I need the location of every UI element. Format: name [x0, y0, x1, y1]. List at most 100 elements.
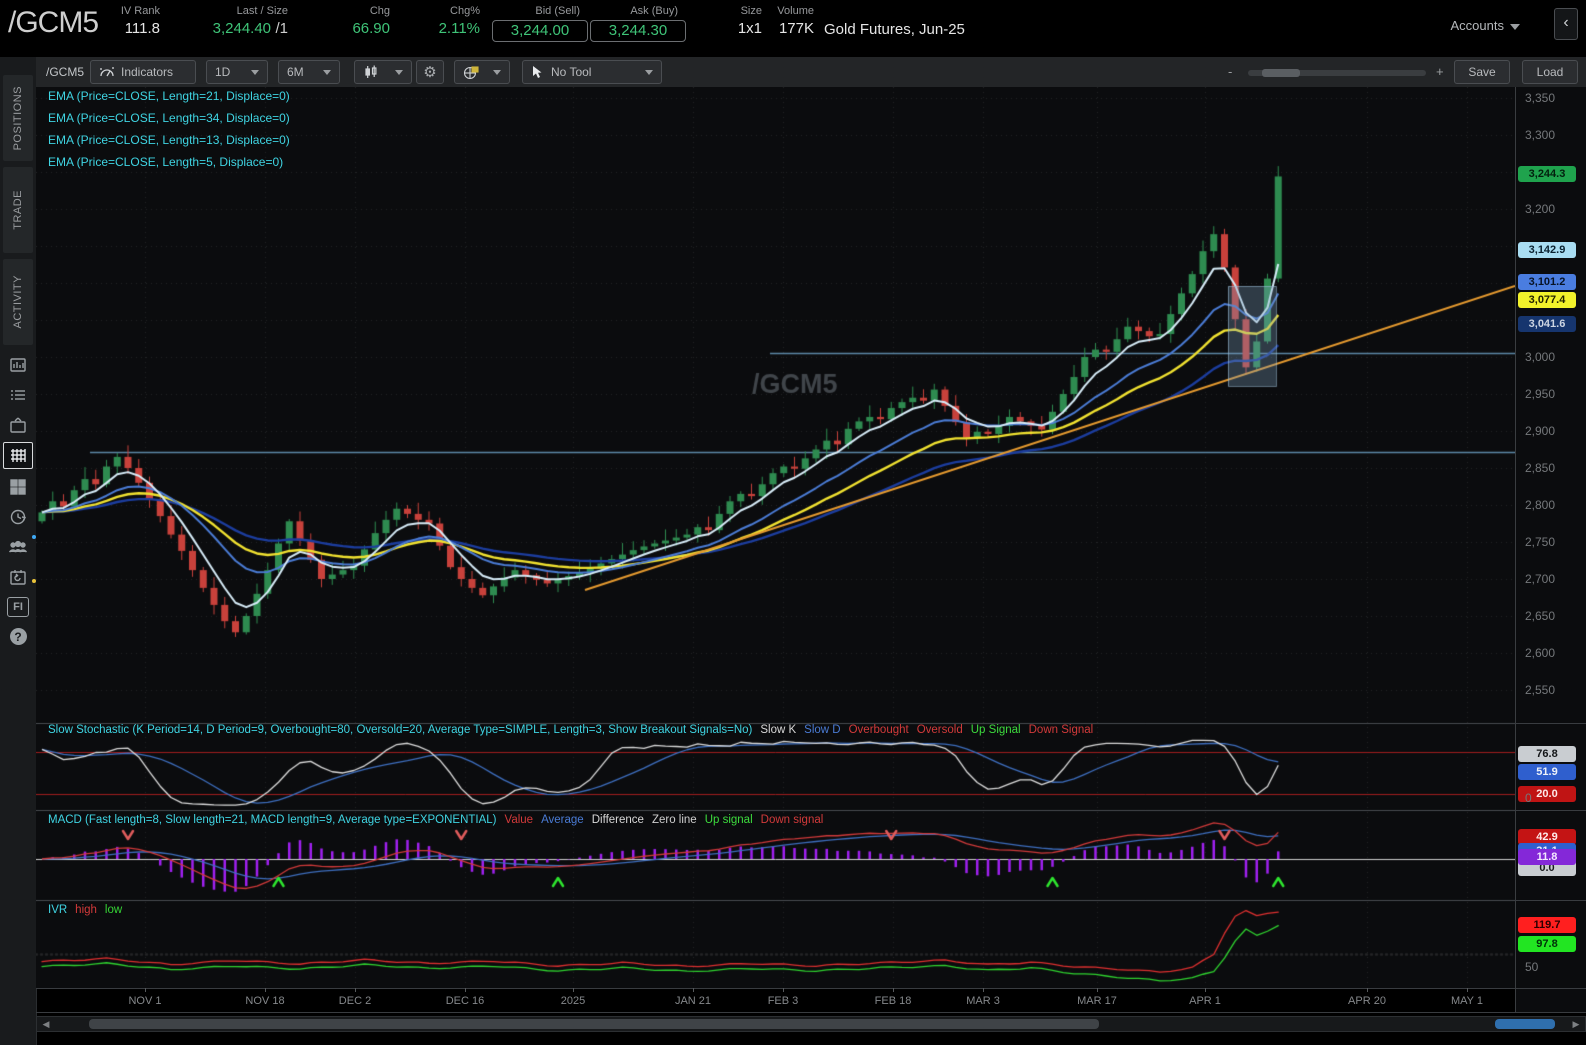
time-axis[interactable]: NOV 1 NOV 18 DEC 2 DEC 16 2025 JAN 21 FE…: [36, 988, 1515, 1013]
price-axis-tick: 2,750: [1525, 535, 1556, 549]
size-label: Size: [740, 5, 762, 17]
calendar-icon[interactable]: [4, 564, 32, 589]
bid-value: 3,244.00: [510, 22, 570, 39]
toolbar-symbol-label: /GCM5: [46, 65, 85, 79]
time-axis-label: DEC 16: [445, 995, 485, 1007]
ivr-pane-label[interactable]: IVR high low: [48, 904, 122, 916]
ema-study-label[interactable]: EMA (Price=CLOSE, Length=21, Displace=0): [48, 89, 290, 103]
stoch-legend: Slow K Slow D Overbought Oversold Up Signal D…: [752, 724, 1093, 736]
scroll-left-arrow[interactable]: ◀: [39, 1019, 53, 1030]
chart-settings-button[interactable]: ⚙: [416, 60, 444, 84]
bid-column: Bid (Sell) 3,244.00: [492, 5, 588, 42]
zoom-slider[interactable]: [1248, 69, 1426, 77]
pane-divider: [36, 723, 1586, 724]
price-chart-canvas[interactable]: [36, 87, 1515, 988]
dashboard-icon[interactable]: [4, 474, 32, 499]
iv-rank-column: IV Rank 111.8: [104, 5, 160, 38]
legend-item: Down Signal: [1028, 724, 1094, 736]
macd-pane-label[interactable]: MACD (Fast length=8, Slow length=21, MAC…: [48, 814, 823, 826]
price-axis[interactable]: 3,350 3,300 3,200 3,000 2,950 2,900 2,850 2,800…: [1515, 87, 1586, 1012]
legend-item: Up Signal: [970, 724, 1021, 736]
price-axis-tick: 2,900: [1525, 424, 1556, 438]
zoom-out-button[interactable]: -: [1228, 64, 1232, 79]
price-axis-tick: 3,200: [1525, 202, 1556, 216]
chevron-down-icon: [493, 69, 501, 75]
last-size-label: Last / Size: [236, 5, 288, 17]
indicators-gauge-icon: [100, 67, 114, 77]
range-dropdown[interactable]: 6M: [278, 60, 340, 84]
sidebar-tab[interactable]: TRADE: [3, 167, 33, 253]
ivr-legend: high low: [67, 904, 122, 916]
legend-item: Slow K: [760, 724, 797, 736]
accounts-dropdown[interactable]: Accounts: [1451, 18, 1520, 33]
sidebar-tabs: POSITIONS TRADE ACTIVITY: [0, 75, 36, 345]
legend-item: Difference: [591, 814, 644, 826]
drawing-tool-icon: [463, 65, 479, 79]
drawing-tools-dropdown[interactable]: [454, 60, 510, 84]
sidebar-tab[interactable]: POSITIONS: [3, 75, 33, 161]
watchlist-icon[interactable]: [4, 382, 32, 407]
ask-button[interactable]: 3,244.30: [590, 20, 686, 42]
scroll-right-arrow[interactable]: ▶: [1569, 1019, 1583, 1030]
collapse-panel-button[interactable]: ‹: [1554, 8, 1578, 40]
zoom-in-button[interactable]: +: [1436, 64, 1444, 79]
quote-chart-icon[interactable]: [4, 352, 32, 377]
sidebar-tab[interactable]: ACTIVITY: [3, 259, 33, 345]
chg-pct-column: Chg% 2.11%: [410, 5, 480, 38]
stoch-pane-label[interactable]: Slow Stochastic (K Period=14, D Period=9…: [48, 724, 1093, 736]
legend-item: Overbought: [848, 724, 909, 736]
zoom-slider-thumb[interactable]: [1262, 69, 1300, 77]
fi-icon[interactable]: FI: [4, 594, 32, 619]
ema-study-label[interactable]: EMA (Price=CLOSE, Length=5, Displace=0): [48, 155, 283, 169]
cursor-arrow-icon: [533, 66, 542, 78]
legend-item: Up signal: [704, 814, 753, 826]
chg-label: Chg: [369, 5, 390, 17]
scroll-live-segment[interactable]: [1495, 1019, 1555, 1029]
price-axis-tick: 2,850: [1525, 461, 1556, 475]
iv-rank-value: 111.8: [124, 20, 160, 37]
chart-toolbar: /GCM5 Indicators 1D 6M ⚙ No Tool - + Sav…: [36, 57, 1586, 88]
community-icon[interactable]: [4, 534, 32, 559]
indicators-button[interactable]: Indicators: [90, 60, 196, 84]
legend-item: Oversold: [916, 724, 963, 736]
price-bubble: 3,142.9: [1518, 242, 1576, 258]
instrument-description: Gold Futures, Jun-25: [824, 21, 965, 38]
last-value: 3,244.40: [212, 20, 272, 37]
ask-column: Ask (Buy) 3,244.30: [590, 5, 686, 42]
ema-study-label[interactable]: EMA (Price=CLOSE, Length=34, Displace=0): [48, 111, 290, 125]
history-icon[interactable]: [4, 504, 32, 529]
active-tool-dropdown[interactable]: No Tool: [522, 60, 662, 84]
chg-column: Chg 66.90: [320, 5, 390, 38]
chart-region: EMA (Price=CLOSE, Length=21, Displace=0)…: [36, 87, 1515, 988]
macd-legend: Value Average Difference Zero line Up signal…: [497, 814, 824, 826]
bid-button[interactable]: 3,244.00: [492, 20, 588, 42]
price-axis-tick: 3,350: [1525, 91, 1556, 105]
volume-column: Volume 177K: [766, 5, 814, 38]
size-column: Size 1x1: [722, 5, 762, 38]
price-axis-tick: 2,600: [1525, 646, 1556, 660]
iv-rank-label: IV Rank: [120, 5, 160, 17]
sidebar-gadget-icons: FI ?: [0, 352, 36, 654]
chart-type-dropdown[interactable]: [354, 60, 412, 84]
load-button[interactable]: Load: [1522, 60, 1578, 84]
stoch-zero-tick: 0: [1525, 791, 1532, 805]
chart-hscrollbar[interactable]: ◀ ▶: [36, 1016, 1586, 1032]
timeframe-dropdown[interactable]: 1D: [206, 60, 268, 84]
save-button[interactable]: Save: [1454, 60, 1510, 84]
tv-icon[interactable]: [4, 412, 32, 437]
price-axis-tick: 2,950: [1525, 387, 1556, 401]
price-bubble: 3,101.2: [1518, 274, 1576, 290]
legend-item: Zero line: [651, 814, 697, 826]
grid-pad-icon[interactable]: [3, 442, 33, 469]
indicators-label: Indicators: [121, 65, 174, 79]
scroll-thumb[interactable]: [89, 1019, 1099, 1029]
chevron-down-icon: [323, 69, 331, 75]
price-bubble: 3,041.6: [1518, 316, 1576, 332]
price-bubble: 3,244.3: [1518, 166, 1576, 182]
time-axis-label: MAY 1: [1451, 995, 1483, 1007]
ema-study-label[interactable]: EMA (Price=CLOSE, Length=13, Displace=0): [48, 133, 290, 147]
help-icon[interactable]: ?: [4, 624, 32, 649]
pane-divider: [36, 900, 1586, 901]
legend-item: Slow D: [804, 724, 841, 736]
stoch-value-bubble: 51.9: [1518, 764, 1576, 780]
